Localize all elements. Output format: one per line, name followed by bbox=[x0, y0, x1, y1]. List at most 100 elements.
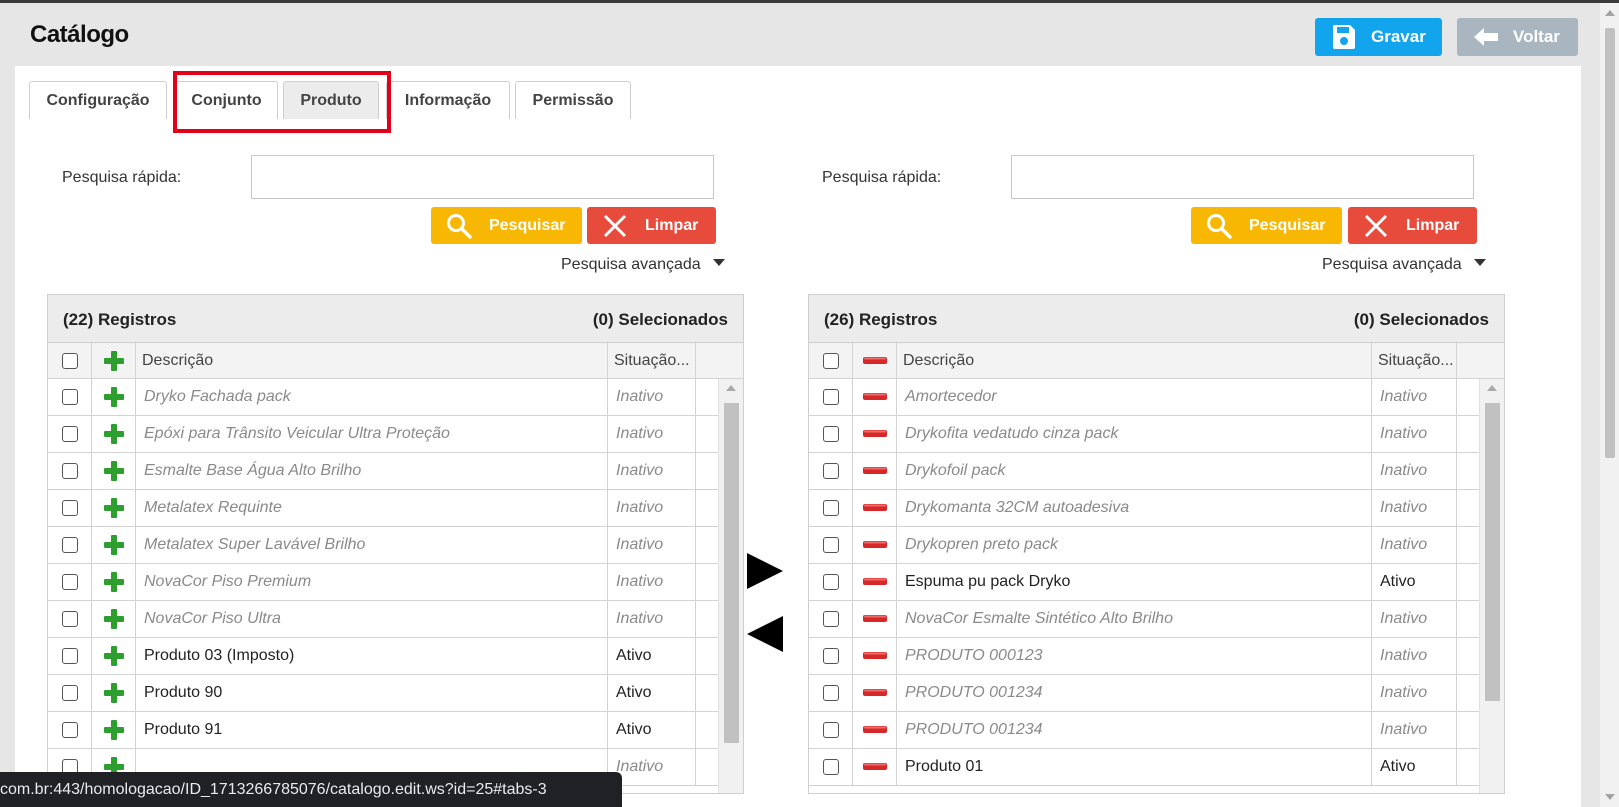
row-description: Produto 01 bbox=[897, 749, 1372, 785]
table-row[interactable]: Drykofita vedatudo cinza pack Inativo bbox=[809, 416, 1504, 453]
table-row[interactable]: PRODUTO 001234 Inativo bbox=[809, 675, 1504, 712]
row-checkbox[interactable] bbox=[61, 722, 78, 738]
scroll-down-icon[interactable] bbox=[1605, 794, 1615, 800]
left-col-status[interactable]: Situação... bbox=[608, 343, 696, 378]
row-add-button[interactable] bbox=[92, 564, 136, 600]
row-checkbox[interactable] bbox=[822, 648, 839, 664]
right-select-all-checkbox[interactable] bbox=[822, 352, 839, 369]
row-checkbox[interactable] bbox=[61, 426, 78, 442]
row-remove-button[interactable] bbox=[853, 601, 897, 637]
row-checkbox[interactable] bbox=[61, 611, 78, 627]
table-row[interactable]: Produto 90 Ativo bbox=[48, 675, 743, 712]
save-button[interactable]: Gravar bbox=[1315, 18, 1442, 56]
right-col-status[interactable]: Situação... bbox=[1372, 343, 1457, 378]
scroll-up-icon[interactable] bbox=[1487, 385, 1497, 391]
table-row[interactable]: PRODUTO 001234 Inativo bbox=[809, 712, 1504, 749]
row-add-button[interactable] bbox=[92, 712, 136, 748]
table-row[interactable]: Drykopren preto pack Inativo bbox=[809, 527, 1504, 564]
row-remove-button[interactable] bbox=[853, 638, 897, 674]
table-row[interactable]: Epóxi para Trânsito Veicular Ultra Prote… bbox=[48, 416, 743, 453]
move-right-arrow-icon[interactable] bbox=[747, 553, 783, 589]
table-row[interactable]: NovaCor Piso Premium Inativo bbox=[48, 564, 743, 601]
table-row[interactable]: Drykomanta 32CM autoadesiva Inativo bbox=[809, 490, 1504, 527]
row-checkbox[interactable] bbox=[61, 574, 78, 590]
back-button[interactable]: Voltar bbox=[1457, 18, 1578, 56]
right-clear-button[interactable]: Limpar bbox=[1348, 207, 1477, 244]
right-col-desc[interactable]: Descrição bbox=[897, 343, 1372, 378]
plus-icon bbox=[103, 535, 124, 555]
right-search-input[interactable] bbox=[1011, 155, 1474, 199]
right-remove-all[interactable] bbox=[853, 343, 897, 378]
row-checkbox[interactable] bbox=[822, 500, 839, 516]
row-remove-button[interactable] bbox=[853, 453, 897, 489]
table-row[interactable]: PRODUTO 000123 Inativo bbox=[809, 638, 1504, 675]
row-checkbox[interactable] bbox=[822, 759, 839, 775]
row-checkbox[interactable] bbox=[822, 389, 839, 405]
right-scroll-thumb[interactable] bbox=[1485, 403, 1500, 701]
row-add-button[interactable] bbox=[92, 490, 136, 526]
right-advanced-search-toggle[interactable]: Pesquisa avançada bbox=[1322, 256, 1486, 274]
right-search-button[interactable]: Pesquisar bbox=[1191, 207, 1342, 244]
row-remove-button[interactable] bbox=[853, 564, 897, 600]
table-row[interactable]: Amortecedor Inativo bbox=[809, 379, 1504, 416]
left-advanced-search-toggle[interactable]: Pesquisa avançada bbox=[561, 256, 725, 274]
scroll-up-icon[interactable] bbox=[1605, 10, 1615, 16]
right-grid-scrollbar[interactable] bbox=[1479, 379, 1504, 793]
table-row[interactable]: Metalatex Requinte Inativo bbox=[48, 490, 743, 527]
row-remove-button[interactable] bbox=[853, 416, 897, 452]
row-checkbox[interactable] bbox=[61, 463, 78, 479]
table-row[interactable]: NovaCor Esmalte Sintético Alto Brilho Ina… bbox=[809, 601, 1504, 638]
tab-permissao[interactable]: Permissão bbox=[515, 81, 631, 119]
table-row[interactable]: NovaCor Piso Ultra Inativo bbox=[48, 601, 743, 638]
row-remove-button[interactable] bbox=[853, 490, 897, 526]
left-search-button[interactable]: Pesquisar bbox=[431, 207, 582, 244]
tab-configuracao[interactable]: Configuração bbox=[29, 81, 167, 119]
table-row[interactable]: Dryko Fachada pack Inativo bbox=[48, 379, 743, 416]
scroll-up-icon[interactable] bbox=[726, 385, 736, 391]
table-row[interactable]: Produto 01 Ativo bbox=[809, 749, 1504, 786]
row-checkbox[interactable] bbox=[822, 537, 839, 553]
table-row[interactable]: Produto 91 Ativo bbox=[48, 712, 743, 749]
row-checkbox[interactable] bbox=[822, 426, 839, 442]
table-row[interactable]: Drykofoil pack Inativo bbox=[809, 453, 1504, 490]
left-col-desc[interactable]: Descrição bbox=[136, 343, 608, 378]
row-checkbox[interactable] bbox=[822, 574, 839, 590]
row-checkbox[interactable] bbox=[61, 389, 78, 405]
row-remove-button[interactable] bbox=[853, 675, 897, 711]
row-add-button[interactable] bbox=[92, 379, 136, 415]
row-checkbox[interactable] bbox=[61, 648, 78, 664]
page-scroll-thumb[interactable] bbox=[1605, 28, 1615, 458]
row-add-button[interactable] bbox=[92, 527, 136, 563]
row-checkbox[interactable] bbox=[822, 611, 839, 627]
row-add-button[interactable] bbox=[92, 675, 136, 711]
table-row[interactable]: Espuma pu pack Dryko Ativo bbox=[809, 564, 1504, 601]
row-checkbox[interactable] bbox=[822, 463, 839, 479]
left-add-all[interactable] bbox=[92, 343, 136, 378]
row-remove-button[interactable] bbox=[853, 379, 897, 415]
left-clear-button[interactable]: Limpar bbox=[587, 207, 716, 244]
row-add-button[interactable] bbox=[92, 416, 136, 452]
row-add-button[interactable] bbox=[92, 601, 136, 637]
row-checkbox[interactable] bbox=[822, 722, 839, 738]
tab-informacao[interactable]: Informação bbox=[386, 81, 510, 119]
row-remove-button[interactable] bbox=[853, 527, 897, 563]
left-scroll-thumb[interactable] bbox=[724, 403, 739, 743]
table-row[interactable]: Esmalte Base Água Alto Brilho Inativo bbox=[48, 453, 743, 490]
row-add-button[interactable] bbox=[92, 453, 136, 489]
row-checkbox[interactable] bbox=[61, 500, 78, 516]
row-checkbox[interactable] bbox=[61, 685, 78, 701]
row-checkbox[interactable] bbox=[822, 685, 839, 701]
left-records-count: (22) Registros bbox=[63, 310, 177, 329]
left-select-all-checkbox[interactable] bbox=[61, 352, 78, 369]
row-remove-button[interactable] bbox=[853, 749, 897, 785]
left-grid-scrollbar[interactable] bbox=[718, 379, 743, 793]
row-status: Inativo bbox=[608, 453, 696, 489]
row-checkbox[interactable] bbox=[61, 537, 78, 553]
table-row[interactable]: Produto 03 (Imposto) Ativo bbox=[48, 638, 743, 675]
row-remove-button[interactable] bbox=[853, 712, 897, 748]
row-add-button[interactable] bbox=[92, 638, 136, 674]
left-search-input[interactable] bbox=[251, 155, 714, 199]
move-left-arrow-icon[interactable] bbox=[747, 616, 783, 652]
table-row[interactable]: Metalatex Super Lavável Brilho Inativo bbox=[48, 527, 743, 564]
page-scrollbar[interactable] bbox=[1600, 3, 1619, 807]
